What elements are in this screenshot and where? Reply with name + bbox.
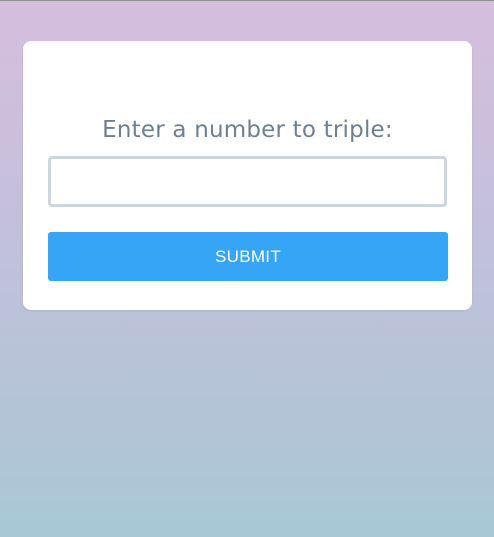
number-input[interactable] [48, 156, 447, 207]
page-background: { "form": { "prompt": "Enter a number to… [0, 0, 494, 537]
form-card: Enter a number to triple: SUBMIT [23, 41, 472, 310]
top-border-line [0, 0, 494, 1]
prompt-label: Enter a number to triple: [102, 117, 393, 143]
submit-button[interactable]: SUBMIT [48, 232, 448, 281]
